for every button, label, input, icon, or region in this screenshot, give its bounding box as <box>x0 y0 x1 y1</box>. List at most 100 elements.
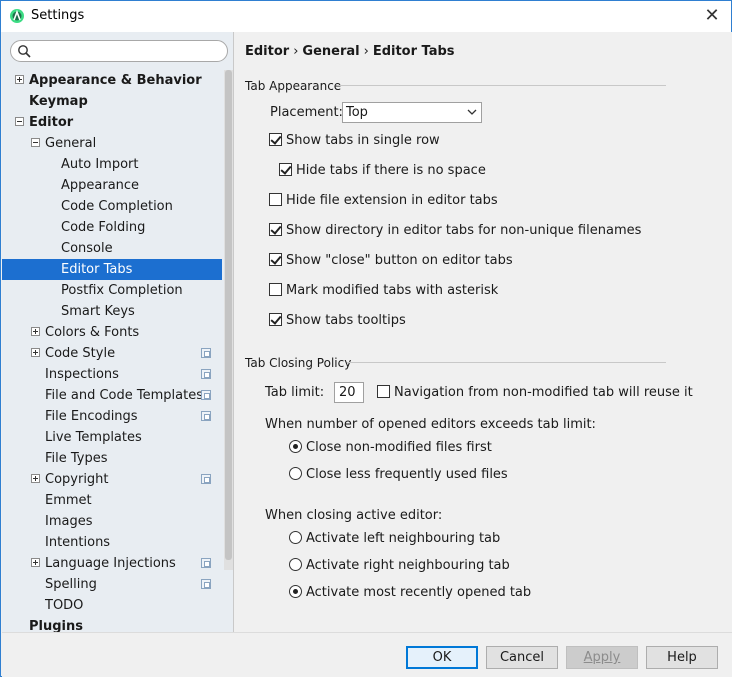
sidebar-item-inspections[interactable]: Inspections <box>2 364 222 385</box>
sidebar-item-todo[interactable]: TODO <box>2 595 222 616</box>
sidebar-item-emmet[interactable]: Emmet <box>2 490 222 511</box>
sidebar-item-postfix-completion[interactable]: Postfix Completion <box>2 280 222 301</box>
activate-left-radio[interactable] <box>289 531 302 544</box>
sidebar-item-editor-tabs[interactable]: Editor Tabs <box>2 259 222 280</box>
sidebar-item-smart-keys[interactable]: Smart Keys <box>2 301 222 322</box>
hide-tabs-no-space-row[interactable]: Hide tabs if there is no space <box>279 163 486 178</box>
sidebar-item-auto-import[interactable]: Auto Import <box>2 154 222 175</box>
breadcrumb-editor: Editor <box>245 44 290 59</box>
sidebar-item-code-completion[interactable]: Code Completion <box>2 196 222 217</box>
activate-left-row[interactable]: Activate left neighbouring tab <box>289 531 500 546</box>
ok-button[interactable]: OK <box>406 646 478 669</box>
close-window-button[interactable]: ✕ <box>701 5 723 27</box>
hide-file-ext-row[interactable]: Hide file extension in editor tabs <box>269 193 498 208</box>
sidebar-item-label: Smart Keys <box>61 304 135 319</box>
dialog-footer: OK Cancel Apply Help <box>2 632 732 677</box>
show-tabs-single-row-checkbox[interactable] <box>269 133 282 146</box>
sidebar-item-plugins[interactable]: Plugins <box>2 616 222 632</box>
activate-right-row[interactable]: Activate right neighbouring tab <box>289 558 510 573</box>
show-tabs-single-row-row[interactable]: Show tabs in single row <box>269 133 440 148</box>
sidebar-item-code-folding[interactable]: Code Folding <box>2 217 222 238</box>
sidebar-item-label: Intentions <box>45 535 111 550</box>
activate-left-label: Activate left neighbouring tab <box>306 531 501 546</box>
expand-plus-icon[interactable] <box>31 327 40 336</box>
hide-tabs-no-space-label: Hide tabs if there is no space <box>296 163 486 178</box>
tab-closing-title: Tab Closing Policy <box>245 356 352 370</box>
tab-limit-label: Tab limit: <box>265 385 325 400</box>
sidebar-item-label: Auto Import <box>61 157 139 172</box>
close-non-modified-radio[interactable] <box>289 440 302 453</box>
mark-modified-checkbox[interactable] <box>269 283 282 296</box>
search-input[interactable] <box>10 40 228 62</box>
hide-tabs-no-space-checkbox[interactable] <box>279 163 292 176</box>
sidebar-item-spelling[interactable]: Spelling <box>2 574 222 595</box>
tab-appearance-divider <box>337 85 666 86</box>
sidebar-item-language-injections[interactable]: Language Injections <box>2 553 222 574</box>
expand-plus-icon[interactable] <box>31 474 40 483</box>
sidebar-item-keymap[interactable]: Keymap <box>2 91 222 112</box>
show-directory-row[interactable]: Show directory in editor tabs for non-un… <box>269 223 641 238</box>
expand-plus-icon[interactable] <box>31 348 40 357</box>
nav-reuse-checkbox[interactable] <box>377 385 390 398</box>
close-less-frequent-radio[interactable] <box>289 467 302 480</box>
sidebar-item-colors-fonts[interactable]: Colors & Fonts <box>2 322 222 343</box>
sidebar-item-code-style[interactable]: Code Style <box>2 343 222 364</box>
sidebar-item-file-and-code-templates[interactable]: File and Code Templates <box>2 385 222 406</box>
android-studio-icon <box>10 9 24 23</box>
sidebar-item-images[interactable]: Images <box>2 511 222 532</box>
tab-closing-divider <box>347 362 666 363</box>
activate-recent-row[interactable]: Activate most recently opened tab <box>289 585 531 600</box>
sidebar-item-copyright[interactable]: Copyright <box>2 469 222 490</box>
sidebar-item-label: Console <box>61 241 113 256</box>
tab-limit-input[interactable]: 20 <box>334 382 364 403</box>
sidebar-item-intentions[interactable]: Intentions <box>2 532 222 553</box>
show-directory-checkbox[interactable] <box>269 223 282 236</box>
show-close-button-checkbox[interactable] <box>269 253 282 266</box>
hide-file-ext-checkbox[interactable] <box>269 193 282 206</box>
cancel-button[interactable]: Cancel <box>486 646 558 669</box>
show-tooltips-row[interactable]: Show tabs tooltips <box>269 313 406 328</box>
sidebar-item-label: TODO <box>45 598 84 613</box>
apply-button[interactable]: Apply <box>566 646 638 669</box>
sidebar-item-file-encodings[interactable]: File Encodings <box>2 406 222 427</box>
collapse-minus-icon[interactable] <box>31 138 40 147</box>
sidebar-item-file-types[interactable]: File Types <box>2 448 222 469</box>
expand-plus-icon[interactable] <box>15 75 24 84</box>
sidebar-item-editor[interactable]: Editor <box>2 112 222 133</box>
nav-reuse-row[interactable]: Navigation from non-modified tab will re… <box>377 385 693 400</box>
closing-active-label: When closing active editor: <box>265 508 443 523</box>
help-button[interactable]: Help <box>646 646 718 669</box>
sidebar-scroll-thumb[interactable] <box>225 70 232 560</box>
sidebar-scrollbar[interactable] <box>224 70 233 570</box>
sidebar-item-label: Live Templates <box>45 430 142 445</box>
settings-window: Settings ✕ Appearance & Behavior Keymap Ed… <box>0 0 732 677</box>
show-tooltips-checkbox[interactable] <box>269 313 282 326</box>
expand-plus-icon[interactable] <box>31 558 40 567</box>
project-scope-icon <box>201 558 211 568</box>
sidebar-item-label: Plugins <box>29 619 83 632</box>
close-less-frequent-row[interactable]: Close less frequently used files <box>289 467 508 482</box>
placement-select[interactable]: Top <box>342 102 482 123</box>
sidebar-item-label: Language Injections <box>45 556 176 571</box>
sidebar-item-console[interactable]: Console <box>2 238 222 259</box>
sidebar-item-appearance-behavior[interactable]: Appearance & Behavior <box>2 70 222 91</box>
activate-recent-radio[interactable] <box>289 585 302 598</box>
sidebar-item-label: Code Completion <box>61 199 173 214</box>
breadcrumb-editor-tabs: Editor Tabs <box>372 44 455 59</box>
show-close-button-row[interactable]: Show "close" button on editor tabs <box>269 253 513 268</box>
search-icon <box>18 45 31 58</box>
close-non-modified-row[interactable]: Close non-modified files first <box>289 440 492 455</box>
mark-modified-row[interactable]: Mark modified tabs with asterisk <box>269 283 498 298</box>
sidebar-item-appearance[interactable]: Appearance <box>2 175 222 196</box>
sidebar-item-label: File and Code Templates <box>45 388 203 403</box>
collapse-minus-icon[interactable] <box>15 117 24 126</box>
sidebar-item-general[interactable]: General <box>2 133 222 154</box>
sidebar-item-label: Postfix Completion <box>61 283 183 298</box>
nav-reuse-label: Navigation from non-modified tab will re… <box>394 385 693 400</box>
activate-right-radio[interactable] <box>289 558 302 571</box>
window-title: Settings <box>31 8 85 23</box>
sidebar-item-label: Appearance & Behavior <box>29 73 202 88</box>
sidebar-item-label: Code Folding <box>61 220 146 235</box>
sidebar-item-live-templates[interactable]: Live Templates <box>2 427 222 448</box>
settings-sidebar: Appearance & Behavior Keymap Editor General… <box>2 32 234 632</box>
